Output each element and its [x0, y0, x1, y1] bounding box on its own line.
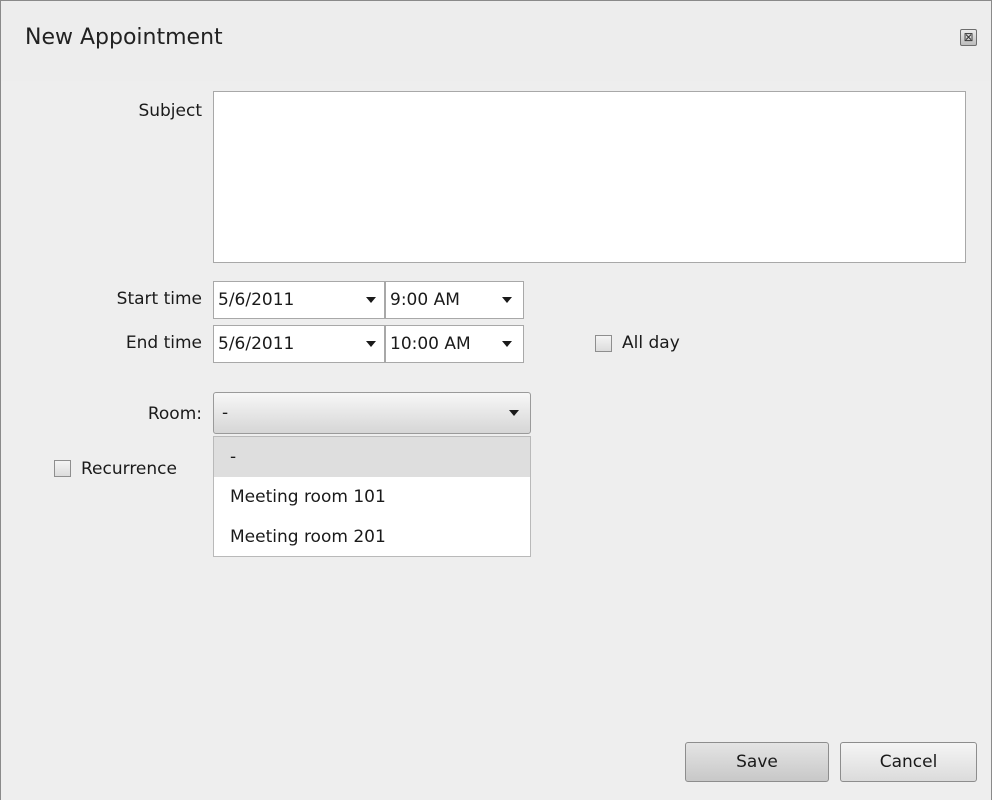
room-value: -: [222, 403, 229, 423]
recurrence-checkbox[interactable]: [54, 460, 71, 477]
room-option[interactable]: -: [214, 437, 530, 477]
recurrence-label: Recurrence: [81, 459, 177, 479]
subject-input[interactable]: [213, 91, 966, 263]
start-time-value: 9:00 AM: [390, 290, 460, 310]
all-day-label: All day: [622, 333, 680, 353]
save-button[interactable]: Save: [685, 742, 829, 782]
room-option[interactable]: Meeting room 201: [214, 517, 530, 557]
room-label: Room:: [147, 404, 202, 424]
end-date-picker[interactable]: 5/6/2011: [213, 325, 385, 363]
all-day-checkbox[interactable]: [595, 335, 612, 352]
chevron-down-icon[interactable]: [366, 341, 376, 347]
room-dropdown-list: - Meeting room 101 Meeting room 201: [213, 436, 531, 557]
subject-label: Subject: [138, 101, 202, 121]
start-date-picker[interactable]: 5/6/2011: [213, 281, 385, 319]
start-time-label: Start time: [116, 289, 202, 309]
chevron-down-icon[interactable]: [366, 297, 376, 303]
end-time-label: End time: [125, 333, 202, 353]
end-time-value: 10:00 AM: [390, 334, 471, 354]
room-select[interactable]: -: [213, 392, 531, 434]
start-date-value: 5/6/2011: [218, 290, 295, 310]
end-time-picker[interactable]: 10:00 AM: [385, 325, 524, 363]
start-time-picker[interactable]: 9:00 AM: [385, 281, 524, 319]
chevron-down-icon[interactable]: [502, 297, 512, 303]
room-option[interactable]: Meeting room 101: [214, 477, 530, 517]
title-bar: New Appointment ⊠: [1, 1, 991, 81]
appointment-dialog: New Appointment ⊠ Subject Start time 5/6…: [0, 0, 992, 800]
chevron-down-icon[interactable]: [509, 410, 519, 416]
close-icon[interactable]: ⊠: [960, 29, 977, 46]
end-date-value: 5/6/2011: [218, 334, 295, 354]
dialog-title: New Appointment: [25, 25, 223, 50]
cancel-button[interactable]: Cancel: [840, 742, 977, 782]
chevron-down-icon[interactable]: [502, 341, 512, 347]
